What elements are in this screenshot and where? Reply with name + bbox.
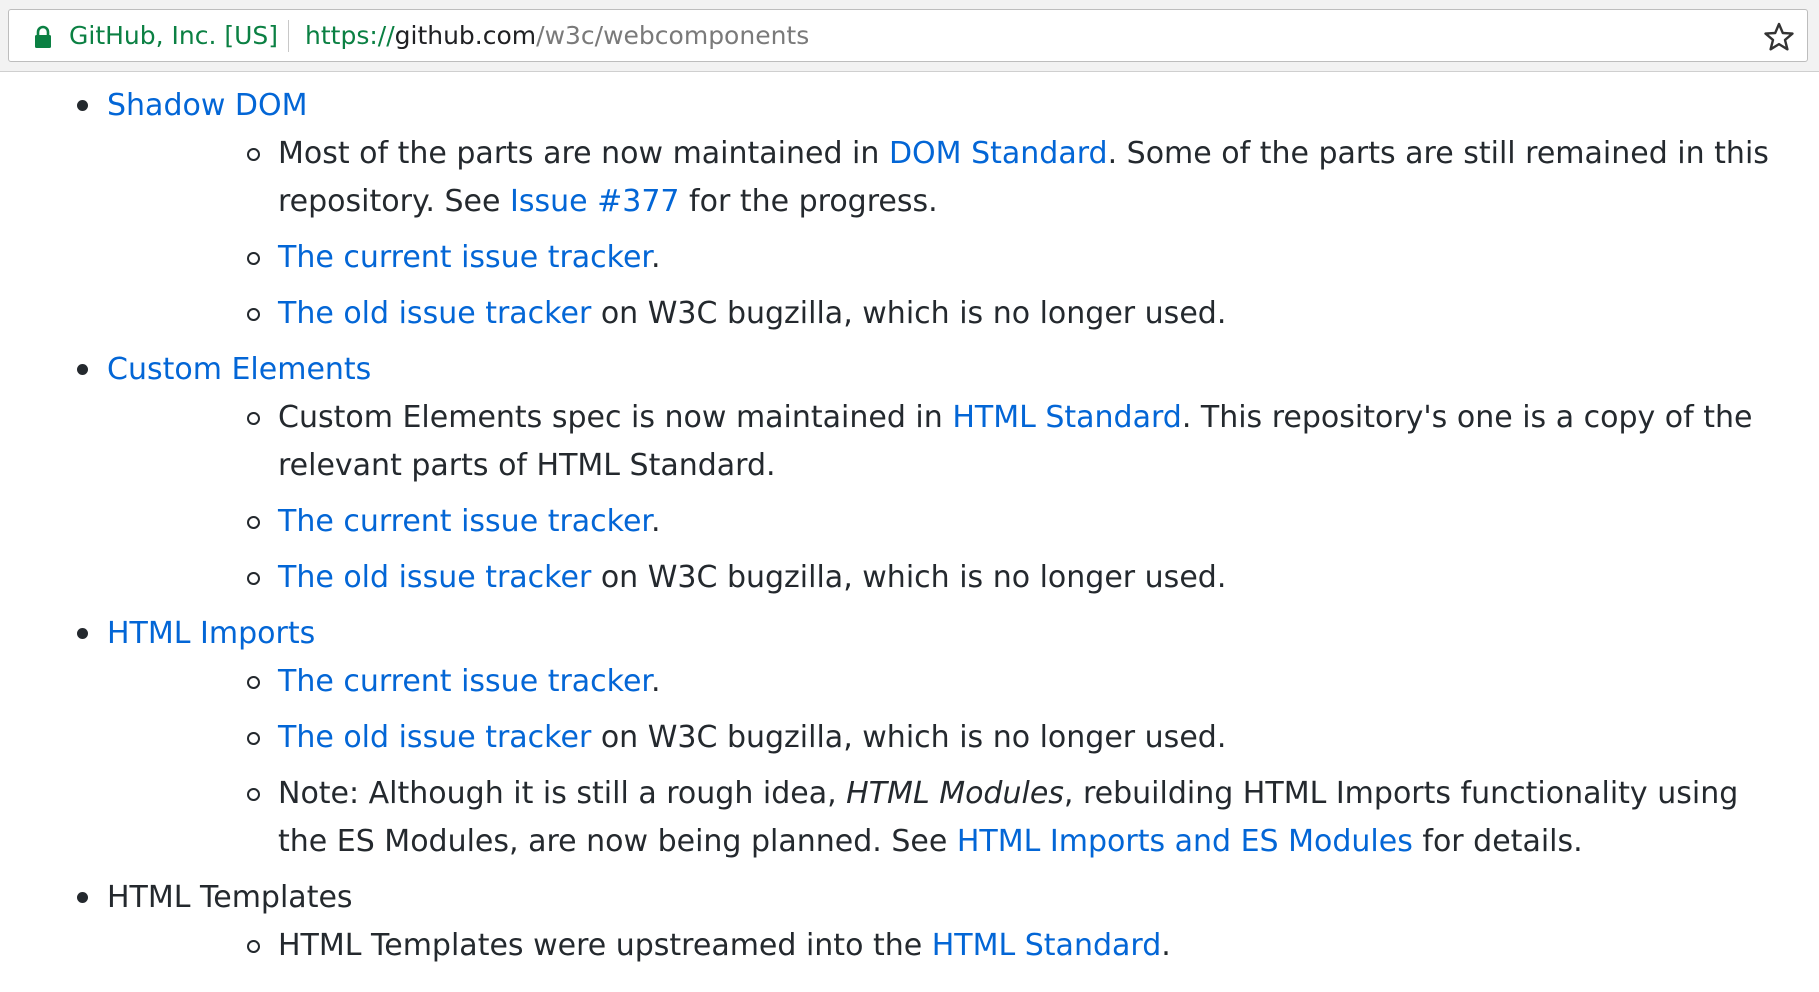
dom-standard-link[interactable]: DOM Standard xyxy=(889,136,1108,171)
list-item: The old issue tracker on W3C bugzilla, w… xyxy=(107,714,1819,762)
omnibox-divider xyxy=(288,20,289,52)
list-item-shadow-dom: Shadow DOM Most of the parts are now mai… xyxy=(0,82,1819,338)
circle-bullet xyxy=(247,412,260,425)
list-item: The old issue tracker on W3C bugzilla, w… xyxy=(107,554,1819,602)
list-item: Note: Although it is still a rough idea,… xyxy=(107,770,1819,866)
item-text: on W3C bugzilla, which is no longer used… xyxy=(591,560,1227,595)
html-templates-heading: HTML Templates xyxy=(107,880,353,915)
circle-bullet xyxy=(247,572,260,585)
circle-bullet xyxy=(247,732,260,745)
list-item: The old issue tracker on W3C bugzilla, w… xyxy=(107,290,1819,338)
html-imports-es-modules-link[interactable]: HTML Imports and ES Modules xyxy=(957,824,1413,859)
item-text: . xyxy=(651,240,661,275)
item-text: Most of the parts are now maintained in xyxy=(278,136,889,171)
item-text: on W3C bugzilla, which is no longer used… xyxy=(591,296,1227,331)
item-text: . xyxy=(651,504,661,539)
current-issue-tracker-link[interactable]: The current issue tracker xyxy=(278,504,651,539)
disc-bullet xyxy=(77,100,88,111)
list-item-html-templates: HTML Templates HTML Templates were upstr… xyxy=(0,874,1819,970)
item-text: for the progress. xyxy=(679,184,938,219)
readme-content: Shadow DOM Most of the parts are now mai… xyxy=(0,72,1819,992)
circle-bullet xyxy=(247,940,260,953)
list-item: The current issue tracker. xyxy=(107,234,1819,282)
item-text: . xyxy=(1161,928,1171,963)
circle-bullet xyxy=(247,516,260,529)
html-modules-emphasis: HTML Modules xyxy=(846,776,1064,811)
list-item: The current issue tracker. xyxy=(107,658,1819,706)
old-issue-tracker-link[interactable]: The old issue tracker xyxy=(278,720,591,755)
old-issue-tracker-link[interactable]: The old issue tracker xyxy=(278,296,591,331)
list-item: Custom Elements spec is now maintained i… xyxy=(107,394,1819,490)
bookmark-star-icon[interactable] xyxy=(1763,21,1795,53)
html-standard-link[interactable]: HTML Standard xyxy=(952,400,1182,435)
item-text: Custom Elements spec is now maintained i… xyxy=(278,400,953,435)
circle-bullet xyxy=(247,308,260,321)
lock-icon xyxy=(35,25,51,48)
circle-bullet xyxy=(247,252,260,265)
current-issue-tracker-link[interactable]: The current issue tracker xyxy=(278,664,651,699)
circle-bullet xyxy=(247,676,260,689)
url-text[interactable]: https://github.com/w3c/webcomponents xyxy=(305,22,809,50)
circle-bullet xyxy=(247,148,260,161)
disc-bullet xyxy=(77,628,88,639)
shadow-dom-link[interactable]: Shadow DOM xyxy=(107,88,308,123)
omnibox[interactable]: GitHub, Inc. [US] https://github.com/w3c… xyxy=(8,9,1808,62)
url-path: /w3c/webcomponents xyxy=(536,21,810,50)
html-imports-link[interactable]: HTML Imports xyxy=(107,616,315,651)
html-templates-sublist: HTML Templates were upstreamed into the … xyxy=(107,922,1819,970)
shadow-dom-sublist: Most of the parts are now maintained in … xyxy=(107,130,1819,338)
current-issue-tracker-link[interactable]: The current issue tracker xyxy=(278,240,651,275)
item-text: Note: Although it is still a rough idea, xyxy=(278,776,847,811)
disc-bullet xyxy=(77,364,88,375)
item-text: for details. xyxy=(1412,824,1583,859)
url-scheme: https:// xyxy=(305,21,395,50)
html-standard-link[interactable]: HTML Standard xyxy=(932,928,1162,963)
circle-bullet xyxy=(247,788,260,801)
list-item-html-imports: HTML Imports The current issue tracker. … xyxy=(0,610,1819,866)
old-issue-tracker-link[interactable]: The old issue tracker xyxy=(278,560,591,595)
spec-list: Shadow DOM Most of the parts are now mai… xyxy=(0,82,1819,970)
list-item: The current issue tracker. xyxy=(107,498,1819,546)
site-identity-label[interactable]: GitHub, Inc. [US] xyxy=(69,22,278,50)
custom-elements-sublist: Custom Elements spec is now maintained i… xyxy=(107,394,1819,602)
item-text: . xyxy=(651,664,661,699)
item-text: on W3C bugzilla, which is no longer used… xyxy=(591,720,1227,755)
url-host: github.com xyxy=(394,21,537,50)
html-imports-sublist: The current issue tracker. The old issue… xyxy=(107,658,1819,866)
item-text: HTML Templates were upstreamed into the xyxy=(278,928,932,963)
browser-address-bar: GitHub, Inc. [US] https://github.com/w3c… xyxy=(0,0,1819,72)
custom-elements-link[interactable]: Custom Elements xyxy=(107,352,371,387)
issue-377-link[interactable]: Issue #377 xyxy=(510,184,680,219)
disc-bullet xyxy=(77,892,88,903)
list-item-custom-elements: Custom Elements Custom Elements spec is … xyxy=(0,346,1819,602)
list-item: HTML Templates were upstreamed into the … xyxy=(107,922,1819,970)
list-item: Most of the parts are now maintained in … xyxy=(107,130,1819,226)
